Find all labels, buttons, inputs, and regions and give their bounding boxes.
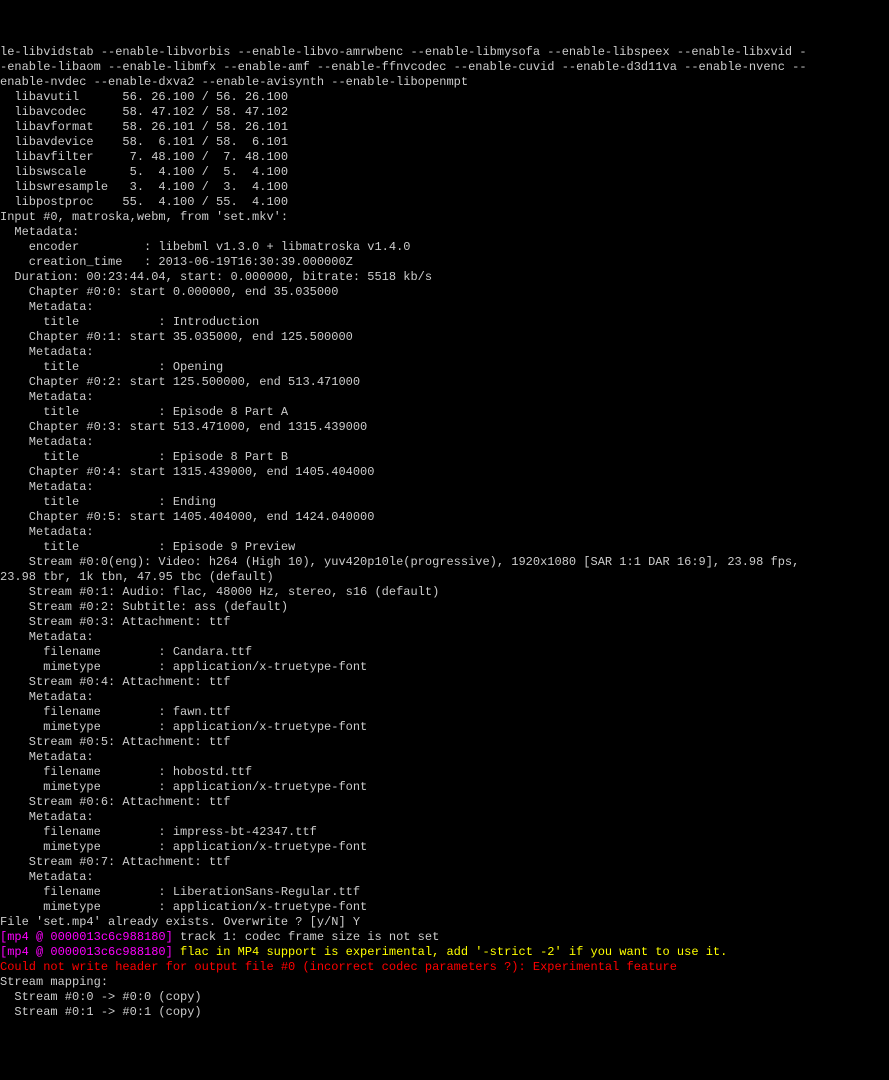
terminal-line: Metadata: [0, 810, 889, 825]
terminal-line: Metadata: [0, 435, 889, 450]
terminal-line: Stream #0:6: Attachment: ttf [0, 795, 889, 810]
terminal-line: libpostproc 55. 4.100 / 55. 4.100 [0, 195, 889, 210]
terminal-line: Stream #0:7: Attachment: ttf [0, 855, 889, 870]
terminal-line: -enable-libaom --enable-libmfx --enable-… [0, 60, 889, 75]
terminal-line: Metadata: [0, 390, 889, 405]
terminal-line: [mp4 @ 0000013c6c988180] flac in MP4 sup… [0, 945, 889, 960]
terminal-line: Chapter #0:2: start 125.500000, end 513.… [0, 375, 889, 390]
terminal-line: mimetype : application/x-truetype-font [0, 780, 889, 795]
terminal-line: libswscale 5. 4.100 / 5. 4.100 [0, 165, 889, 180]
terminal-line: libavformat 58. 26.101 / 58. 26.101 [0, 120, 889, 135]
terminal-line: filename : LiberationSans-Regular.ttf [0, 885, 889, 900]
terminal-line: libavcodec 58. 47.102 / 58. 47.102 [0, 105, 889, 120]
terminal-line: Metadata: [0, 525, 889, 540]
terminal-line: mimetype : application/x-truetype-font [0, 900, 889, 915]
terminal-line: title : Episode 8 Part B [0, 450, 889, 465]
terminal-line: Metadata: [0, 345, 889, 360]
terminal-line: Chapter #0:1: start 35.035000, end 125.5… [0, 330, 889, 345]
terminal-line: title : Opening [0, 360, 889, 375]
terminal-line: mimetype : application/x-truetype-font [0, 720, 889, 735]
terminal-line: filename : hobostd.ttf [0, 765, 889, 780]
terminal-line: encoder : libebml v1.3.0 + libmatroska v… [0, 240, 889, 255]
terminal-line: Metadata: [0, 480, 889, 495]
terminal-line: mimetype : application/x-truetype-font [0, 660, 889, 675]
terminal-line: Chapter #0:4: start 1315.439000, end 140… [0, 465, 889, 480]
terminal-line: enable-nvdec --enable-dxva2 --enable-avi… [0, 75, 889, 90]
terminal-line: Chapter #0:0: start 0.000000, end 35.035… [0, 285, 889, 300]
terminal-line: Chapter #0:5: start 1405.404000, end 142… [0, 510, 889, 525]
terminal-line: Metadata: [0, 750, 889, 765]
terminal-line: [mp4 @ 0000013c6c988180] [0, 930, 180, 944]
terminal-line: Stream #0:4: Attachment: ttf [0, 675, 889, 690]
terminal-line: Stream mapping: [0, 975, 889, 990]
terminal-line: filename : Candara.ttf [0, 645, 889, 660]
terminal-output: le-libvidstab --enable-libvorbis --enabl… [0, 45, 889, 1020]
terminal-line: Stream #0:1: Audio: flac, 48000 Hz, ster… [0, 585, 889, 600]
terminal-line: Duration: 00:23:44.04, start: 0.000000, … [0, 270, 889, 285]
terminal-line: Metadata: [0, 630, 889, 645]
terminal-line: mimetype : application/x-truetype-font [0, 840, 889, 855]
terminal-line: Stream #0:0 -> #0:0 (copy) [0, 990, 889, 1005]
terminal-line: le-libvidstab --enable-libvorbis --enabl… [0, 45, 889, 60]
terminal-line: creation_time : 2013-06-19T16:30:39.0000… [0, 255, 889, 270]
terminal-line: Metadata: [0, 870, 889, 885]
terminal-line: track 1: codec frame size is not set [180, 930, 439, 944]
terminal-line: title : Ending [0, 495, 889, 510]
terminal-line: 23.98 tbr, 1k tbn, 47.95 tbc (default) [0, 570, 889, 585]
terminal-line: [mp4 @ 0000013c6c988180] track 1: codec … [0, 930, 889, 945]
terminal-line: Input #0, matroska,webm, from 'set.mkv': [0, 210, 889, 225]
terminal-line: Stream #0:2: Subtitle: ass (default) [0, 600, 889, 615]
terminal-line: flac in MP4 support is experimental, add… [180, 945, 727, 959]
terminal-line: title : Episode 9 Preview [0, 540, 889, 555]
terminal-line: filename : impress-bt-42347.ttf [0, 825, 889, 840]
terminal-line: libavdevice 58. 6.101 / 58. 6.101 [0, 135, 889, 150]
terminal-line: Metadata: [0, 690, 889, 705]
terminal-line: Chapter #0:3: start 513.471000, end 1315… [0, 420, 889, 435]
terminal-line: libavutil 56. 26.100 / 56. 26.100 [0, 90, 889, 105]
terminal-line: Metadata: [0, 225, 889, 240]
terminal-line: libavfilter 7. 48.100 / 7. 48.100 [0, 150, 889, 165]
terminal-line: title : Episode 8 Part A [0, 405, 889, 420]
terminal-line: Stream #0:3: Attachment: ttf [0, 615, 889, 630]
terminal-line: Metadata: [0, 300, 889, 315]
terminal-error-line: Could not write header for output file #… [0, 960, 889, 975]
terminal-line: [mp4 @ 0000013c6c988180] [0, 945, 180, 959]
terminal-line: File 'set.mp4' already exists. Overwrite… [0, 915, 889, 930]
terminal-line: Stream #0:5: Attachment: ttf [0, 735, 889, 750]
terminal-line: libswresample 3. 4.100 / 3. 4.100 [0, 180, 889, 195]
terminal-line: Stream #0:0(eng): Video: h264 (High 10),… [0, 555, 889, 570]
terminal-line: title : Introduction [0, 315, 889, 330]
terminal-line: Stream #0:1 -> #0:1 (copy) [0, 1005, 889, 1020]
terminal-line: filename : fawn.ttf [0, 705, 889, 720]
